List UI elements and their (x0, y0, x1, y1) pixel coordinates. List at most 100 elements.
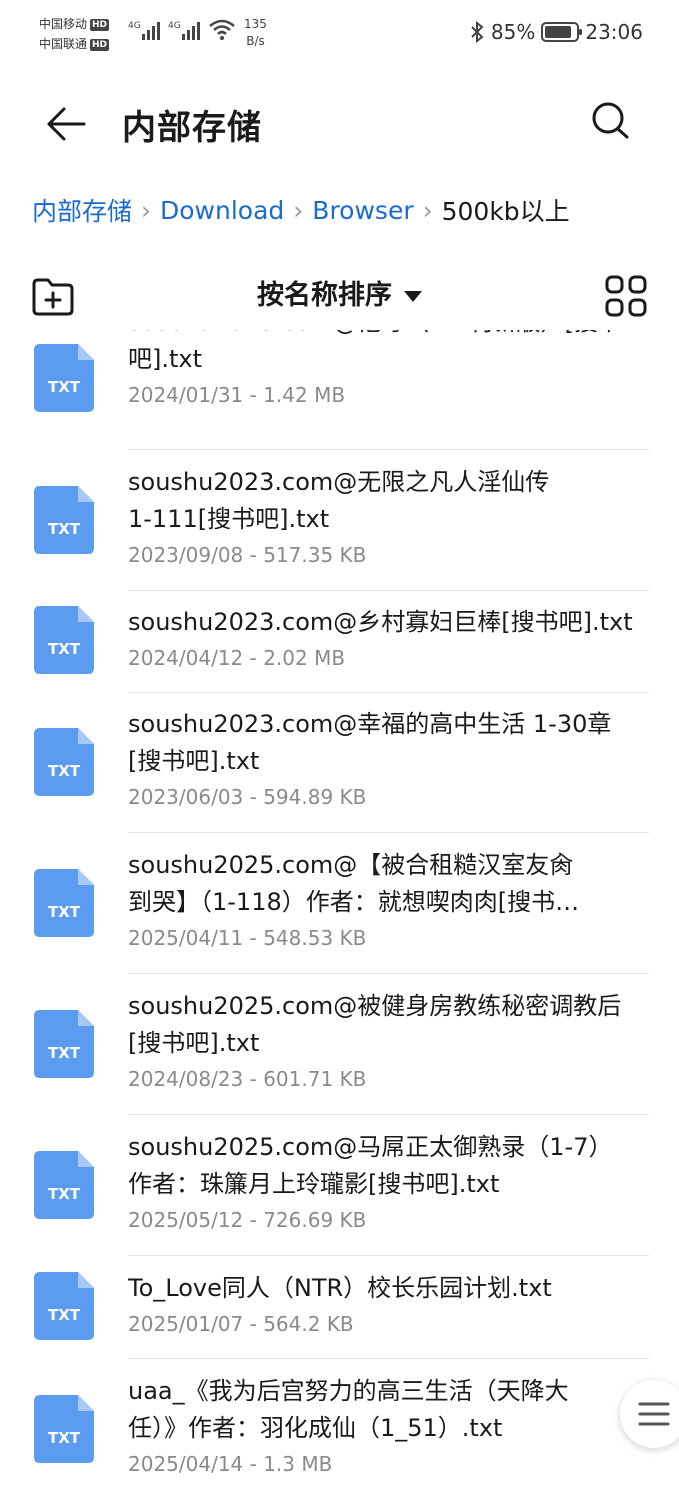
page-title: 内部存储 (122, 108, 262, 148)
sort-label: 按名称排序 (257, 280, 392, 311)
file-name-line: [搜书吧].txt (128, 747, 260, 775)
list-item[interactable]: TXT soushu2025.com@被健身房教练秘密调教后 [搜书吧].txt… (0, 976, 679, 1116)
file-type-label: TXT (48, 520, 81, 538)
file-name-line: uaa_《我为后宫努力的高三生活（天降大 (128, 1377, 569, 1405)
bluetooth-icon (471, 21, 484, 43)
txt-file-icon: TXT (34, 344, 94, 412)
search-button[interactable] (586, 96, 636, 146)
file-name-line: soushu2023.com@幸福的高中生活 1-30章 (128, 710, 612, 738)
divider (128, 973, 649, 974)
file-name-line: soushu2023.com@他导（1-7刊新版）[搜书 (128, 330, 651, 341)
network-type-2: 4G (168, 21, 181, 31)
net-speed-unit: B/s (246, 34, 265, 48)
grid-view-icon[interactable] (604, 274, 648, 318)
file-name-line: 吧].txt (128, 345, 203, 373)
file-name-line: 到哭】（1-118）作者：就想喫肉肉[搜书… (128, 888, 580, 916)
divider (128, 832, 649, 833)
file-type-label: TXT (48, 1044, 81, 1062)
signal-icon: 4G (128, 21, 160, 40)
file-type-label: TXT (48, 1306, 81, 1324)
file-name-line: 作者：珠簾月上玲瓏影[搜书吧].txt (128, 1170, 500, 1198)
file-meta: 2024/08/23 - 601.71 KB (128, 1067, 367, 1091)
breadcrumb-item-browser[interactable]: Browser (312, 196, 413, 225)
file-type-label: TXT (48, 378, 81, 396)
file-meta: 2023/09/08 - 517.35 KB (128, 543, 367, 567)
list-item[interactable]: TXT soushu2025.com@【被合租糙汉室友肏 到哭】（1-118）作… (0, 835, 679, 975)
txt-file-icon: TXT (34, 1272, 94, 1340)
dropdown-arrow-icon (404, 291, 422, 302)
search-icon (592, 102, 629, 139)
file-name-line: soushu2023.com@乡村寡妇巨棒[搜书吧].txt (128, 608, 633, 636)
file-name-line: To_Love同人（NTR）校长乐园计划.txt (128, 1274, 552, 1302)
list-item[interactable]: TXT soushu2023.com@无限之凡人淫仙传 1-111[搜书吧].t… (0, 452, 679, 592)
txt-file-icon: TXT (34, 1151, 94, 1219)
back-button[interactable] (40, 98, 92, 150)
file-meta: 2024/01/31 - 1.42 MB (128, 383, 346, 407)
sort-button[interactable]: 按名称排序 (0, 274, 679, 318)
hd-badge: HD (90, 38, 110, 51)
file-name-line: 1-111[搜书吧].txt (128, 505, 330, 533)
list-item[interactable]: TXT soushu2023.com@他导（1-7刊新版）[搜书 吧].txt … (0, 330, 679, 442)
toolbar: 按名称排序 (0, 264, 679, 328)
file-name-line: [搜书吧].txt (128, 1029, 260, 1057)
txt-file-icon: TXT (34, 486, 94, 554)
divider (128, 449, 649, 450)
file-name-line: soushu2025.com@【被合租糙汉室友肏 (128, 851, 574, 879)
file-meta: 2025/04/14 - 1.3 MB (128, 1452, 333, 1476)
file-meta: 2025/04/11 - 548.53 KB (128, 926, 367, 950)
divider (128, 692, 649, 693)
list-item[interactable]: TXT soushu2023.com@乡村寡妇巨棒[搜书吧].txt 2024/… (0, 592, 679, 694)
file-type-label: TXT (48, 1429, 81, 1447)
list-item[interactable]: TXT soushu2023.com@幸福的高中生活 1-30章 [搜书吧].t… (0, 694, 679, 834)
txt-file-icon: TXT (34, 869, 94, 937)
file-type-label: TXT (48, 640, 81, 658)
file-type-label: TXT (48, 762, 81, 780)
battery-icon (541, 22, 583, 42)
status-bar: 中国移动 HD 中国联通 HD 4G 4G 135 B/s 85% 23:06 (0, 0, 679, 72)
divider (128, 1255, 649, 1256)
list-item[interactable]: TXT soushu2025.com@马屌正太御熟录（1-7） 作者：珠簾月上玲… (0, 1117, 679, 1257)
carrier-1: 中国移动 (39, 17, 88, 31)
file-name-line: soushu2023.com@无限之凡人淫仙传 (128, 468, 550, 496)
floating-menu-button[interactable] (620, 1380, 679, 1448)
divider (128, 590, 649, 591)
breadcrumb-item-internal-storage[interactable]: 内部存储 (32, 192, 132, 228)
divider (128, 1358, 649, 1359)
net-speed-value: 135 (244, 17, 267, 31)
chevron-right-icon: › (422, 195, 433, 225)
chevron-right-icon: › (141, 195, 152, 225)
file-meta: 2023/06/03 - 594.89 KB (128, 785, 367, 809)
signal-icon: 4G (168, 21, 200, 40)
list-item[interactable]: TXT To_Love同人（NTR）校长乐园计划.txt 2025/01/07 … (0, 1258, 679, 1360)
file-type-label: TXT (48, 903, 81, 921)
txt-file-icon: TXT (34, 606, 94, 674)
file-name-line: soushu2025.com@马屌正太御熟录（1-7） (128, 1133, 613, 1161)
file-name-line: 任）》作者：羽化成仙（1_51）.txt (128, 1414, 503, 1442)
carrier-2: 中国联通 (39, 37, 88, 51)
wifi-icon (209, 19, 235, 40)
file-list: TXT soushu2023.com@他导（1-7刊新版）[搜书 吧].txt … (0, 330, 679, 1500)
breadcrumb: 内部存储 › Download › Browser › 500kb以上 (32, 190, 570, 230)
carrier-info: 中国移动 HD 中国联通 HD (39, 14, 110, 54)
status-right: 85% 23:06 (469, 20, 643, 44)
divider (128, 1114, 649, 1115)
back-arrow-icon (47, 107, 86, 141)
breadcrumb-item-download[interactable]: Download (160, 196, 284, 225)
title-bar: 内部存储 (0, 80, 679, 170)
file-meta: 2025/05/12 - 726.69 KB (128, 1208, 367, 1232)
battery-percent: 85% (490, 20, 536, 44)
hd-badge: HD (90, 18, 110, 31)
txt-file-icon: TXT (34, 1010, 94, 1078)
chevron-right-icon: › (293, 195, 304, 225)
breadcrumb-item-current: 500kb以上 (441, 197, 570, 226)
list-item[interactable]: TXT uaa_《我为后宫努力的高三生活（天降大 任）》作者：羽化成仙（1_51… (0, 1361, 679, 1500)
clock: 23:06 (585, 20, 643, 44)
network-type-1: 4G (128, 21, 141, 31)
txt-file-icon: TXT (34, 728, 94, 796)
file-meta: 2024/04/12 - 2.02 MB (128, 646, 346, 670)
file-name-line: soushu2025.com@被健身房教练秘密调教后 (128, 992, 622, 1020)
txt-file-icon: TXT (34, 1395, 94, 1463)
file-type-label: TXT (48, 1185, 81, 1203)
menu-icon (638, 1402, 670, 1426)
net-speed: 135 B/s (244, 16, 267, 50)
